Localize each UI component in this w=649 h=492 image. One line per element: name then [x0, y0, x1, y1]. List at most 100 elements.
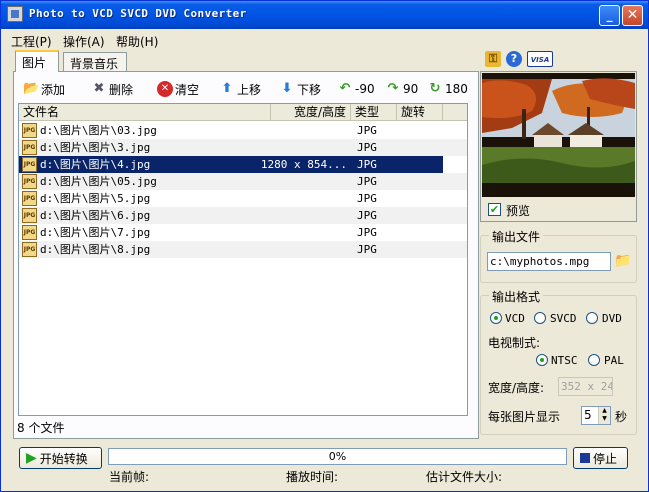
clear-icon: ✕	[157, 81, 173, 97]
cell-type: JPG	[357, 158, 377, 171]
spin-down-icon[interactable]: ▼	[599, 415, 610, 423]
rotate-cw-label: 90	[403, 82, 419, 96]
column-filename[interactable]: 文件名	[19, 104, 271, 121]
radio-ntsc[interactable]	[536, 354, 548, 366]
rotate-right-icon: ↷	[387, 81, 399, 96]
title-bar[interactable]: Photo to VCD SVCD DVD Converter _ ✕	[1, 1, 648, 29]
output-file-title: 输出文件	[489, 228, 544, 245]
rotate-ccw-button[interactable]: ↶ -90	[337, 78, 375, 100]
tv-system-label: 电视制式:	[488, 336, 541, 350]
preview-image	[482, 73, 635, 197]
stop-icon	[580, 453, 590, 463]
move-down-button[interactable]: ⬇ 下移	[279, 78, 321, 100]
table-row[interactable]: JPG d:\图片\图片\05.jpg JPG	[19, 173, 467, 190]
jpg-file-icon: JPG	[22, 208, 37, 223]
per-image-value: 5	[584, 408, 592, 422]
file-count: 8 个文件	[17, 421, 65, 435]
app-window: Photo to VCD SVCD DVD Converter _ ✕ 工程(P…	[0, 0, 649, 492]
start-convert-button[interactable]: ▶ 开始转换	[19, 447, 102, 469]
key-icon[interactable]: ⚿	[485, 51, 501, 67]
rotate-180-button[interactable]: ↻ 180	[427, 78, 468, 100]
estimated-size-label: 估计文件大小:	[426, 470, 503, 484]
cell-filename: d:\图片\图片\8.jpg	[40, 243, 151, 256]
radio-pal[interactable]	[588, 354, 600, 366]
jpg-file-icon: JPG	[22, 123, 37, 138]
per-image-unit: 秒	[615, 410, 628, 424]
output-format-title: 输出格式	[489, 288, 544, 305]
radio-dvd-label: DVD	[602, 312, 622, 325]
menu-operate[interactable]: 操作(A)	[63, 33, 105, 50]
move-up-button[interactable]: ⬆ 上移	[219, 78, 261, 100]
table-row[interactable]: JPG d:\图片\图片\6.jpg JPG	[19, 207, 467, 224]
cell-filename: d:\图片\图片\03.jpg	[40, 124, 157, 137]
size-input: 352 x 240	[558, 377, 613, 396]
jpg-file-icon: JPG	[22, 242, 37, 257]
column-rotate[interactable]: 旋转	[397, 104, 443, 121]
radio-svcd[interactable]	[534, 312, 546, 324]
cell-type: JPG	[357, 175, 377, 188]
cell-size: 1280 x 854...	[260, 158, 347, 171]
delete-button[interactable]: ✖ 删除	[91, 78, 133, 100]
table-row[interactable]: JPG d:\图片\图片\8.jpg JPG	[19, 241, 467, 258]
window-title: Photo to VCD SVCD DVD Converter	[29, 7, 247, 20]
per-image-label: 每张图片显示	[488, 410, 561, 424]
cell-type: JPG	[357, 243, 377, 256]
table-row[interactable]: JPG d:\图片\图片\3.jpg JPG	[19, 139, 467, 156]
size-label: 宽度/高度:	[488, 381, 545, 395]
cell-filename: d:\图片\图片\7.jpg	[40, 226, 151, 239]
jpg-file-icon: JPG	[22, 140, 37, 155]
radio-ntsc-label: NTSC	[551, 354, 578, 367]
radio-svcd-label: SVCD	[550, 312, 577, 325]
radio-vcd[interactable]	[490, 312, 502, 324]
tab-background-music[interactable]: 背景音乐	[63, 52, 127, 72]
list-toolbar: 📂 添加 ✖ 删除 ✕ 清空 ⬆ 上移 ⬇ 下移 ↶ -90 ↷ 90 ↻ 18…	[19, 78, 475, 100]
x-icon: ✖	[93, 81, 105, 96]
column-type[interactable]: 类型	[351, 104, 397, 121]
output-file-input[interactable]: c:\myphotos.mpg	[487, 252, 611, 271]
stop-button[interactable]: 停止	[573, 447, 628, 469]
jpg-file-icon: JPG	[22, 174, 37, 189]
cell-filename: d:\图片\图片\6.jpg	[40, 209, 151, 222]
rotate-ccw-label: -90	[355, 82, 375, 96]
add-button[interactable]: 📂 添加	[23, 78, 65, 100]
minimize-button[interactable]: _	[599, 5, 620, 26]
cell-type: JPG	[357, 192, 377, 205]
table-row[interactable]: JPG d:\图片\图片\5.jpg JPG	[19, 190, 467, 207]
move-up-label: 上移	[237, 82, 262, 97]
cell-type: JPG	[357, 141, 377, 154]
visa-card-icon[interactable]: VISA	[527, 51, 553, 67]
menu-bar: 工程(P) 操作(A) 帮助(H)	[1, 30, 648, 50]
menu-project[interactable]: 工程(P)	[11, 33, 52, 50]
table-row[interactable]: JPG d:\图片\图片\03.jpg JPG	[19, 122, 467, 139]
help-icon[interactable]: ?	[506, 51, 522, 67]
per-image-spinner[interactable]: ▲ ▼	[598, 407, 610, 424]
radio-dvd[interactable]	[586, 312, 598, 324]
cell-filename: d:\图片\图片\3.jpg	[40, 141, 151, 154]
list-header: 文件名 宽度/高度 类型 旋转	[19, 104, 467, 121]
folder-open-icon: 📂	[23, 81, 40, 96]
menu-help[interactable]: 帮助(H)	[116, 33, 158, 50]
move-down-label: 下移	[297, 82, 322, 97]
rotate-cw-button[interactable]: ↷ 90	[385, 78, 419, 100]
table-row[interactable]: JPG d:\图片\图片\7.jpg JPG	[19, 224, 467, 241]
spin-up-icon[interactable]: ▲	[599, 407, 610, 415]
radio-vcd-label: VCD	[505, 312, 525, 325]
stop-label: 停止	[593, 451, 618, 466]
browse-folder-icon[interactable]: 📁	[614, 253, 632, 270]
cell-filename: d:\图片\图片\05.jpg	[40, 175, 157, 188]
play-icon: ▶	[26, 450, 37, 466]
preview-checkbox[interactable]: ✔	[488, 203, 501, 216]
cell-filename: d:\图片\图片\5.jpg	[40, 192, 151, 205]
app-icon	[7, 6, 23, 22]
tab-pictures[interactable]: 图片	[15, 50, 59, 72]
cell-type: JPG	[357, 124, 377, 137]
close-button[interactable]: ✕	[622, 5, 643, 26]
start-convert-label: 开始转换	[39, 451, 88, 466]
column-size[interactable]: 宽度/高度	[271, 104, 351, 121]
file-list[interactable]: 文件名 宽度/高度 类型 旋转 JPG d:\图片\图片\03.jpg JPG JPG…	[18, 103, 468, 416]
progress-text: 0%	[328, 450, 347, 463]
delete-label: 删除	[109, 82, 134, 97]
table-row[interactable]: JPG d:\图片\图片\4.jpg 1280 x 854... JPG	[19, 156, 467, 173]
clear-button[interactable]: ✕ 清空	[157, 78, 199, 100]
clear-label: 清空	[175, 82, 200, 97]
